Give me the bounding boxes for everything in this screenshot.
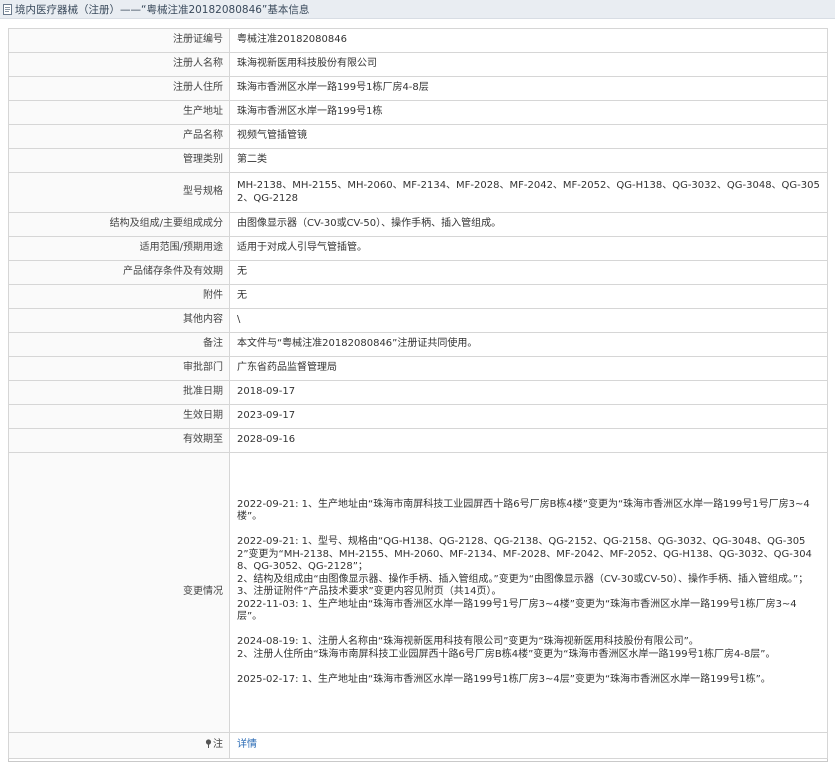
row-label: 注册证编号 [8,28,230,53]
table-row: 批准日期 2018-09-17 [8,380,828,405]
row-label: 结构及组成/主要组成成分 [8,212,230,237]
table-row: 备注 本文件与“粤械注准20182080846”注册证共同使用。 [8,332,828,357]
row-label: 附件 [8,284,230,309]
row-value: 2028-09-16 [229,428,828,453]
table-row: 审批部门 广东省药品监督管理局 [8,356,828,381]
row-label: 产品储存条件及有效期 [8,260,230,285]
table-row: 有效期至 2028-09-16 [8,428,828,453]
row-label: 产品名称 [8,124,230,149]
change-entry: 2024-08-19: 1、注册人名称由“珠海视新医用科技有限公司”变更为“珠海… [237,636,699,648]
change-entry: 2022-09-21: 1、生产地址由“珠海市南屏科技工业园屏西十路6号厂房B栋… [237,498,810,523]
row-value: 第二类 [229,148,828,173]
row-label: 注册人住所 [8,76,230,101]
info-table: 注册证编号 粤械注准20182080846 注册人名称 珠海视新医用科技股份有限… [8,28,828,759]
row-label: 其他内容 [8,308,230,333]
row-value: 2023-09-17 [229,404,828,429]
table-row: 产品名称 视频气管插管镜 [8,124,828,149]
row-label: 备注 [8,332,230,357]
note-value: 详情 [229,732,828,759]
row-value: MH-2138、MH-2155、MH-2060、MF-2134、MF-2028、… [229,172,828,213]
row-label: 型号规格 [8,172,230,213]
table-row: 型号规格 MH-2138、MH-2155、MH-2060、MF-2134、MF-… [8,172,828,213]
row-label: 有效期至 [8,428,230,453]
pin-icon [205,739,212,749]
table-row: 注册人住所 珠海市香洲区水岸一路199号1栋厂房4-8层 [8,76,828,101]
change-entry: 2022-09-21: 1、型号、规格由“QG-H138、QG-2128、QG-… [237,536,812,573]
change-entry: 2022-11-03: 1、生产地址由“珠海市香洲区水岸一路199号1号厂房3~… [237,598,797,623]
change-history: 2022-09-21: 1、生产地址由“珠海市南屏科技工业园屏西十路6号厂房B栋… [229,452,828,733]
table-row: 生产地址 珠海市香洲区水岸一路199号1栋 [8,100,828,125]
change-entry: 2、注册人住所由“珠海市南屏科技工业园屏西十路6号厂房B栋4楼”变更为“珠海市香… [237,648,776,660]
page-header: 境内医疗器械（注册）——“粤械注准20182080846”基本信息 [0,0,835,19]
table-row: 产品储存条件及有效期 无 [8,260,828,285]
table-row: 结构及组成/主要组成成分 由图像显示器（CV-30或CV-50）、操作手柄、插入… [8,212,828,237]
row-label: 审批部门 [8,356,230,381]
row-label: 生产地址 [8,100,230,125]
row-value: \ [229,308,828,333]
change-entry: 3、注册证附件“产品技术要求”变更内容见附页（共14页）。 [237,586,502,598]
note-label-cell: 注 [8,732,230,759]
change-history-row: 变更情况 2022-09-21: 1、生产地址由“珠海市南屏科技工业园屏西十路6… [8,452,828,733]
table-row: 生效日期 2023-09-17 [8,404,828,429]
row-label: 变更情况 [8,452,230,733]
document-icon [3,3,12,15]
change-entry: 2025-02-17: 1、生产地址由“珠海市香洲区水岸一路199号1栋厂房3~… [237,673,771,685]
table-row: 其他内容 \ [8,308,828,333]
row-value: 粤械注准20182080846 [229,28,828,53]
details-link[interactable]: 详情 [237,739,257,750]
row-label: 适用范围/预期用途 [8,236,230,261]
row-value: 珠海视新医用科技股份有限公司 [229,52,828,77]
note-label: 注 [213,739,223,751]
row-value: 视频气管插管镜 [229,124,828,149]
row-value: 珠海市香洲区水岸一路199号1栋厂房4-8层 [229,76,828,101]
table-row: 注册证编号 粤械注准20182080846 [8,28,828,53]
row-label: 生效日期 [8,404,230,429]
row-value: 2018-09-17 [229,380,828,405]
note-row: 注 详情 [8,732,828,759]
table-row: 注册人名称 珠海视新医用科技股份有限公司 [8,52,828,77]
page-title: 境内医疗器械（注册）——“粤械注准20182080846”基本信息 [15,3,310,16]
row-value: 由图像显示器（CV-30或CV-50）、操作手柄、插入管组成。 [229,212,828,237]
row-label: 注册人名称 [8,52,230,77]
row-label: 批准日期 [8,380,230,405]
row-value: 无 [229,284,828,309]
table-row: 附件 无 [8,284,828,309]
change-entry: 2、结构及组成由“由图像显示器、操作手柄、插入管组成。”变更为“由图像显示器（C… [237,573,809,585]
table-row: 适用范围/预期用途 适用于对成人引导气管插管。 [8,236,828,261]
row-value: 本文件与“粤械注准20182080846”注册证共同使用。 [229,332,828,357]
row-value: 珠海市香洲区水岸一路199号1栋 [229,100,828,125]
row-value: 广东省药品监督管理局 [229,356,828,381]
row-label: 管理类别 [8,148,230,173]
row-value: 无 [229,260,828,285]
table-row: 管理类别 第二类 [8,148,828,173]
row-value: 适用于对成人引导气管插管。 [229,236,828,261]
